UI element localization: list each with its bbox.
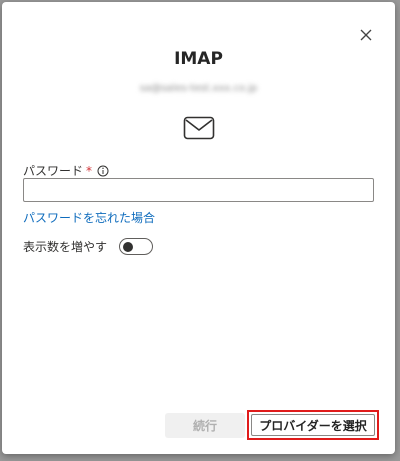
mail-icon [183,116,215,140]
required-mark: * [86,163,93,178]
choose-provider-highlight: プロバイダーを選択 [247,410,379,440]
password-label: パスワード [23,164,84,178]
show-more-row: 表示数を増やす [23,238,154,255]
imap-dialog: IMAP sa@sales-test.xxx.co.jp パスワード * パスワ… [2,2,395,454]
show-more-label: 表示数を増やす [23,240,108,254]
show-more-toggle[interactable] [119,238,154,255]
choose-provider-button[interactable]: プロバイダーを選択 [251,414,375,436]
account-email: sa@sales-test.xxx.co.jp [139,83,258,94]
toggle-knob [123,241,134,252]
continue-button[interactable]: 続行 [165,413,245,438]
close-icon [360,29,372,41]
info-icon[interactable] [97,165,109,177]
password-input[interactable] [23,178,374,202]
dialog-title: IMAP [174,49,223,69]
password-label-row: パスワード * [23,162,109,179]
forgot-password-link[interactable]: パスワードを忘れた場合 [23,209,155,226]
close-button[interactable] [357,26,375,44]
